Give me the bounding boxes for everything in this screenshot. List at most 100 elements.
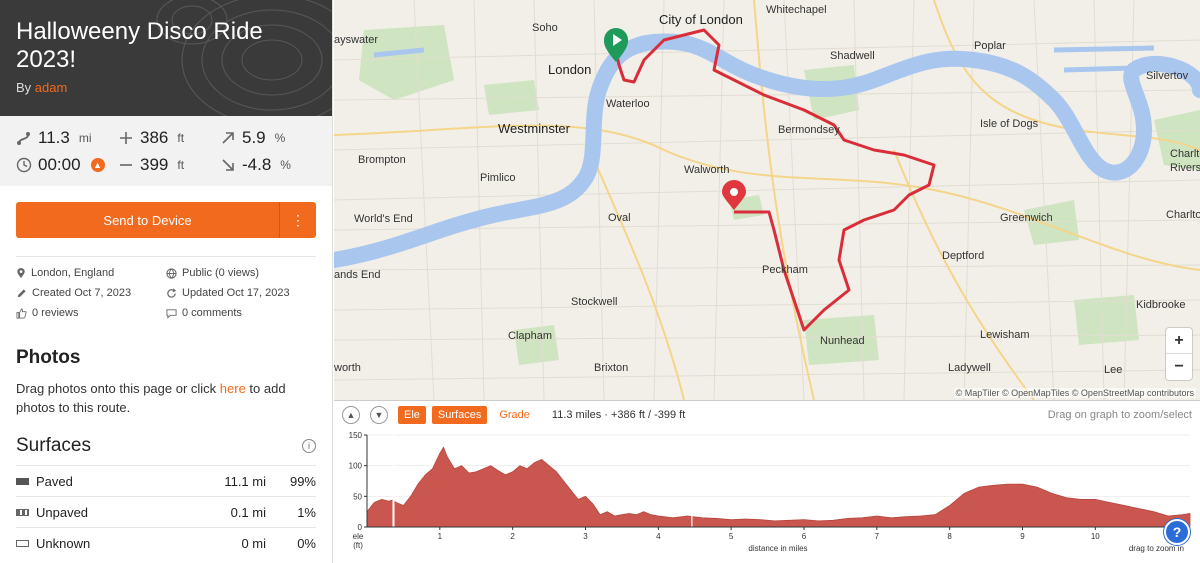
tab-grade[interactable]: Grade	[493, 406, 536, 424]
zoom-in-button[interactable]: +	[1166, 328, 1192, 354]
arrow-down-right-icon	[220, 157, 236, 173]
x-tick-label: 10	[1091, 532, 1100, 541]
refresh-icon	[167, 288, 177, 298]
x-tick-label: 5	[729, 532, 734, 541]
send-wrap: Send to Device ⋮	[0, 186, 332, 238]
plus-icon	[118, 130, 134, 146]
x-tick-label: 1	[438, 532, 443, 541]
map-label-greenwich: Greenwich	[1000, 212, 1053, 224]
map-label-poplar: Poplar	[974, 40, 1006, 52]
stat-max-grade-value: 5.9	[242, 127, 266, 147]
stat-ascent: 386 ft	[118, 124, 218, 151]
tab-surfaces[interactable]: Surfaces	[431, 406, 488, 424]
meta-reviews[interactable]: 0 reviews	[16, 307, 166, 319]
elevation-hint: Drag on graph to zoom/select	[1047, 409, 1192, 421]
surfaces-heading-row: Surfaces i	[16, 433, 316, 459]
map-label-stockwell: Stockwell	[571, 296, 618, 308]
author-link[interactable]: adam	[35, 80, 68, 95]
map-label-oval: Oval	[608, 212, 631, 224]
app: Halloweeny Disco Ride 2023! By adam 11.3…	[0, 0, 1200, 563]
meta-created: Created Oct 7, 2023	[16, 287, 166, 299]
elevation-chart[interactable]: 0 50 100 150 1 2 3 4 5 6 7 8 9 10 ele(ft) distance in m…	[334, 429, 1200, 563]
meta-comments-text[interactable]: 0 comments	[182, 307, 242, 319]
route-byline: By adam	[16, 80, 316, 95]
stat-duration: 00:00 ▲	[16, 151, 116, 178]
map-label-lewisham: Lewisham	[980, 329, 1030, 341]
map-label-shadwell: Shadwell	[830, 50, 875, 62]
route-stats: 11.3 mi 386 ft 5.9% 00:00 ▲ 399 ft -4.8 …	[0, 116, 332, 186]
surfaces-heading: Surfaces	[16, 435, 91, 456]
surface-percent: 0%	[297, 535, 316, 551]
comment-icon	[166, 308, 177, 319]
map-label-kidbrooke: Kidbrooke	[1136, 299, 1186, 311]
map-label-soho: Soho	[532, 22, 558, 34]
map-label-silvertown: Silvertov	[1146, 70, 1189, 82]
surface-swatch-unpaved	[16, 508, 29, 516]
map-label-city-of-london: City of London	[659, 12, 743, 27]
route-distance-icon	[16, 130, 32, 146]
stat-max-grade-unit: %	[274, 130, 286, 145]
map-canvas[interactable]	[334, 0, 1200, 400]
stat-min-grade-value: -4.8	[242, 154, 272, 174]
chevron-up-icon[interactable]: ▲	[90, 157, 105, 172]
photos-upload-link[interactable]: here	[220, 381, 246, 396]
map-attribution[interactable]: © MapTiler © OpenMapTiles © OpenStreetMa…	[953, 388, 1196, 398]
map-label-brixton: Brixton	[594, 362, 629, 374]
send-to-device-button[interactable]: Send to Device	[16, 202, 280, 238]
route-sidebar: Halloweeny Disco Ride 2023! By adam 11.3…	[0, 0, 333, 563]
meta-comments[interactable]: 0 comments	[166, 307, 316, 319]
zoom-controls: + −	[1166, 328, 1192, 380]
elevation-area	[366, 446, 1191, 528]
route-map[interactable]: Whitechapel Soho City of London ayswater…	[334, 0, 1200, 400]
surface-name: Paved	[36, 473, 73, 489]
map-label-clapham: Clapham	[508, 330, 553, 342]
map-label-sands-end: ands End	[334, 269, 381, 281]
stat-duration-value: 00:00	[38, 154, 81, 174]
stat-distance: 11.3 mi	[16, 124, 116, 151]
map-label-peckham: Peckham	[762, 264, 808, 276]
chevron-down-icon[interactable]: ▼	[370, 406, 388, 424]
more-options-button[interactable]: ⋮	[280, 202, 316, 238]
location-pin-icon	[17, 267, 25, 278]
photos-instructions: Drag photos onto this page or click here…	[16, 379, 316, 417]
x-tick-label: 6	[802, 532, 807, 541]
route-title: Halloweeny Disco Ride 2023!	[16, 18, 263, 73]
surface-percent: 1%	[297, 504, 316, 520]
help-button[interactable]: ?	[1164, 519, 1190, 545]
x-tick-label: 2	[510, 532, 515, 541]
stat-distance-unit: mi	[78, 130, 92, 145]
stat-distance-value: 11.3	[38, 127, 70, 147]
y-axis-label: ele	[353, 532, 364, 541]
y-tick-label: 100	[349, 462, 363, 471]
map-label-riverside: Riversid	[1170, 162, 1200, 174]
map-label-westminster: Westminster	[498, 121, 570, 136]
map-label-isle-of-dogs: Isle of Dogs	[980, 118, 1039, 130]
clock-icon	[16, 157, 32, 173]
map-label-walworth: Walworth	[684, 164, 730, 176]
x-tick-label: 7	[875, 532, 880, 541]
map-label-lee: Lee	[1104, 364, 1123, 376]
surface-row-unpaved: Unpaved 0.1 mi 1%	[16, 496, 316, 527]
meta-location-text: London, England	[31, 267, 115, 279]
pencil-icon	[17, 288, 26, 297]
arrow-up-right-icon	[220, 130, 236, 146]
chevron-up-icon[interactable]: ▲	[342, 406, 360, 424]
x-tick-label: 8	[947, 532, 952, 541]
x-tick-label: 3	[583, 532, 588, 541]
meta-created-text: Created Oct 7, 2023	[32, 287, 132, 299]
byline-prefix: By	[16, 80, 32, 95]
y-axis-unit: (ft)	[353, 541, 363, 550]
surface-name: Unpaved	[36, 504, 89, 520]
info-icon[interactable]: i	[302, 439, 316, 453]
zoom-hint-label: drag to zoom in	[1129, 544, 1184, 553]
tab-elevation[interactable]: Ele	[398, 406, 426, 424]
surface-distance: 11.1 mi	[224, 473, 266, 489]
map-label-bermondsey: Bermondsey	[778, 124, 840, 136]
meta-reviews-text[interactable]: 0 reviews	[32, 307, 78, 319]
meta-updated-text: Updated Oct 17, 2023	[182, 287, 290, 299]
map-label-charlton-r: Charltor	[1170, 148, 1200, 160]
map-label-worth: worth	[334, 362, 361, 374]
zoom-out-button[interactable]: −	[1166, 354, 1192, 380]
map-label-deptford: Deptford	[942, 250, 985, 262]
x-tick-label: 9	[1020, 532, 1025, 541]
